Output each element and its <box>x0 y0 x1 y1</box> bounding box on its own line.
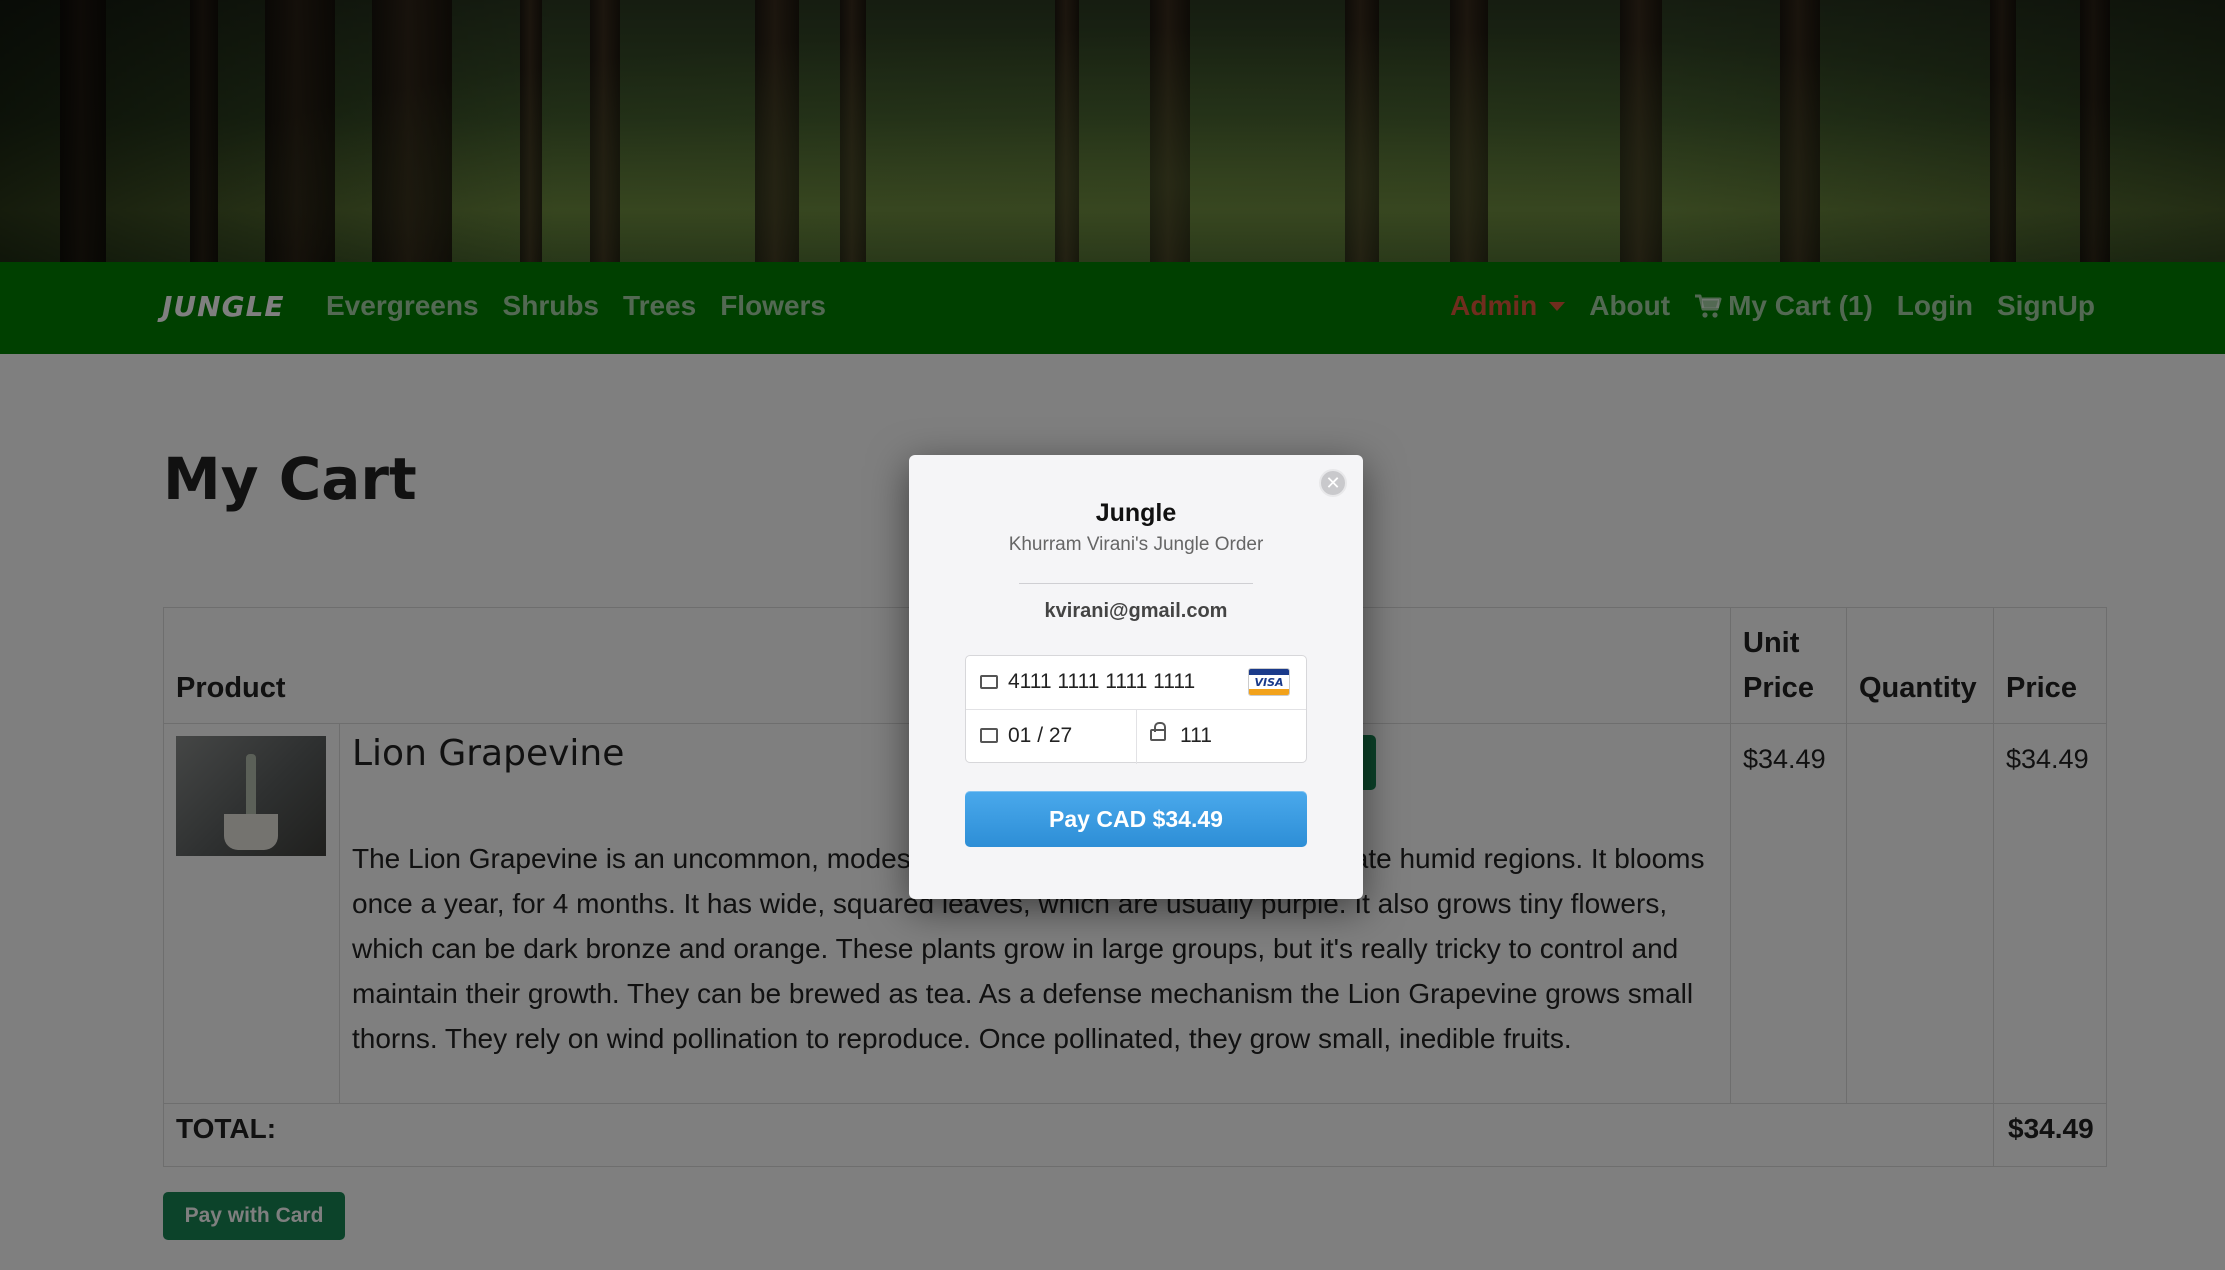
expiry-field[interactable]: 01 / 27 <box>1008 724 1072 748</box>
calendar-icon <box>980 728 998 743</box>
modal-divider <box>1019 583 1253 584</box>
close-icon[interactable]: ✕ <box>1319 469 1347 497</box>
card-number-field[interactable]: 4111 1111 1111 1111 <box>1008 670 1195 694</box>
pay-button[interactable]: Pay CAD $34.49 <box>965 791 1307 847</box>
card-brand-label: VISA <box>1254 676 1284 689</box>
card-details: 4111 1111 1111 1111 VISA 01 / 27 111 <box>965 655 1307 764</box>
modal-subtitle: Khurram Virani's Jungle Order <box>1008 534 1264 555</box>
credit-card-icon <box>980 675 998 689</box>
checkout-modal: ✕ Jungle Khurram Virani's Jungle Order k… <box>909 455 1363 899</box>
visa-card-icon: VISA <box>1248 668 1290 696</box>
lock-icon <box>1150 722 1166 741</box>
modal-title: Jungle <box>1095 499 1177 527</box>
customer-email[interactable]: kvirani@gmail.com <box>909 600 1363 623</box>
cvc-field[interactable]: 111 <box>1180 724 1212 748</box>
